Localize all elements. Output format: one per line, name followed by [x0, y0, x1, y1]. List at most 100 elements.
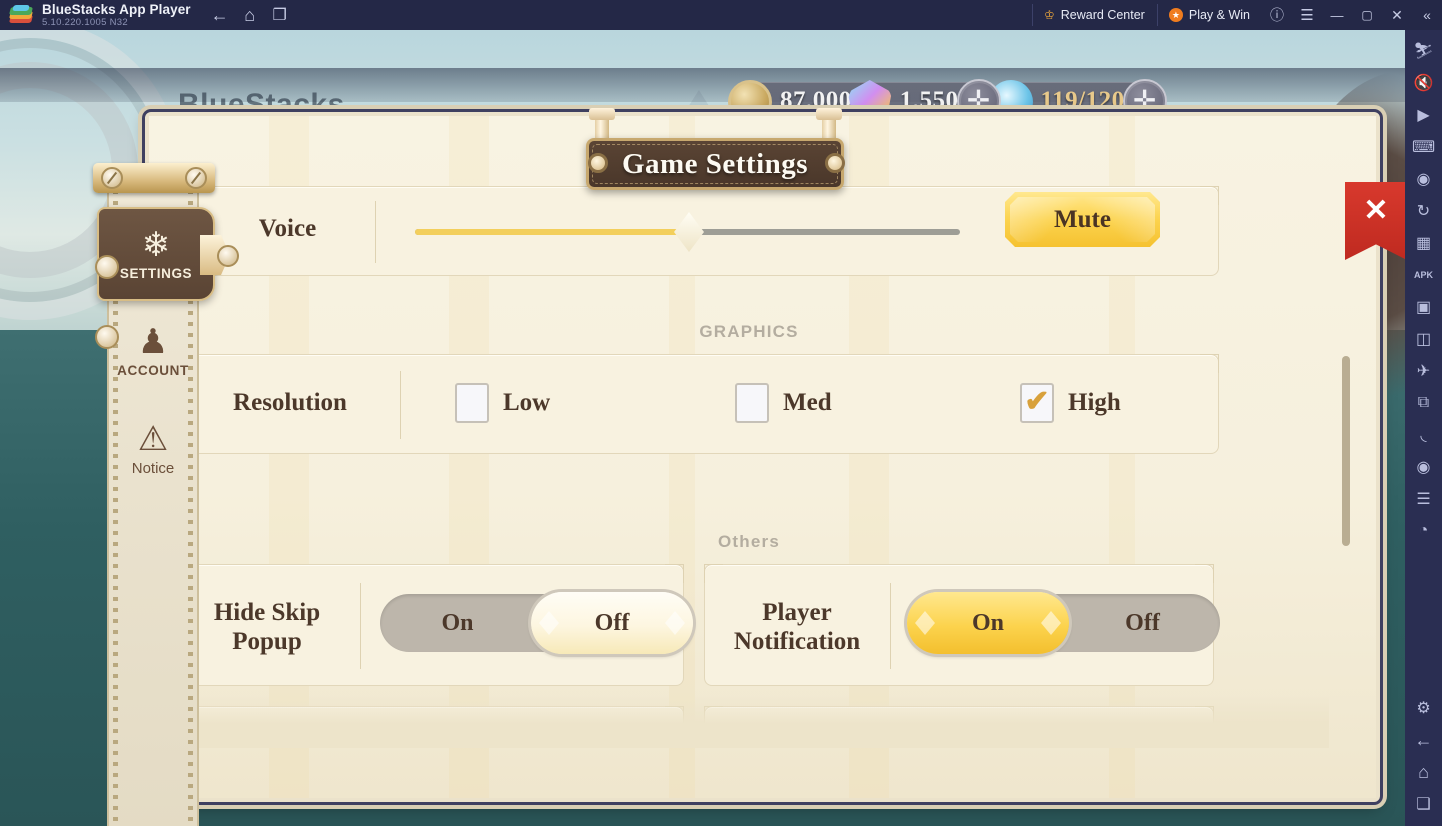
titlebar-nav-group: ← ⌂ ❐: [205, 0, 295, 30]
content-bottom-fade: [169, 694, 1329, 748]
mute-speaker-icon[interactable]: 🔇: [1405, 67, 1442, 99]
sidebar-item-notice-label: Notice: [131, 459, 175, 477]
cursor-control-icon[interactable]: ▶: [1405, 99, 1442, 131]
resolution-option-high-label: High: [1068, 389, 1121, 416]
voice-volume-slider[interactable]: [415, 212, 960, 252]
others-section-title: Others: [718, 532, 780, 551]
resolution-setting-row: Resolution Low Med ✔ High: [174, 354, 1219, 454]
app-title-block: BlueStacks App Player 5.10.220.1005 N32: [42, 1, 191, 28]
keyboard-controls-icon[interactable]: ⌨: [1405, 131, 1442, 163]
settings-tab-rail: ❄ SETTINGS ♟ ACCOUNT ⚠ Notice: [93, 155, 239, 826]
resolution-option-high[interactable]: ✔ High: [1020, 383, 1121, 423]
location-icon[interactable]: ◉: [1405, 451, 1442, 483]
sidebar-item-notice[interactable]: ⚠ Notice: [115, 411, 191, 487]
toggle-off-text: Off: [1125, 609, 1160, 636]
game-settings-panel: Voice Mute GRAPHICS Resolution Low Med ✔…: [45, 90, 1405, 826]
fullscreen-icon[interactable]: ⛷: [1405, 35, 1442, 67]
home-icon[interactable]: ⌂: [235, 0, 265, 30]
banner-plate: Game Settings: [586, 138, 844, 190]
sidebar-item-account-label: ACCOUNT: [117, 362, 189, 378]
page-title: Game Settings: [621, 147, 809, 180]
sidebar-item-account[interactable]: ♟ ACCOUNT: [115, 313, 191, 389]
resolution-option-low-label: Low: [503, 389, 551, 416]
row-divider: [360, 583, 361, 669]
screw-icon: [185, 167, 207, 189]
multi-instance-icon[interactable]: ▦: [1405, 227, 1442, 259]
close-window-icon[interactable]: ✕: [1382, 0, 1412, 30]
mute-button-label: Mute: [1054, 205, 1111, 233]
back-icon[interactable]: ←: [1405, 724, 1442, 756]
collapse-toolbar-icon[interactable]: «: [1412, 0, 1442, 30]
screw-icon: [101, 167, 123, 189]
player-notification-row: PlayerNotification On Off On: [704, 564, 1220, 686]
window-titlebar: BlueStacks App Player 5.10.220.1005 N32 …: [0, 0, 1442, 30]
hamburger-menu-icon[interactable]: ☰: [1292, 0, 1322, 30]
bluestacks-sidebar-toolbar: ⛷ 🔇 ▶ ⌨ ◉ ↻ ▦ APK ▣ ◫ ✈ ⧉ ◟ ◉ ☰ ◔ ⚙ ← ⌂ …: [1405, 30, 1442, 826]
resolution-option-low[interactable]: Low: [455, 383, 550, 423]
settings-scrollbar[interactable]: [1342, 346, 1350, 606]
resolution-label: Resolution: [233, 389, 347, 416]
toggle-state-label: Off: [594, 609, 630, 636]
slider-knob[interactable]: [674, 212, 704, 252]
person-icon: ♟: [137, 322, 169, 361]
help-circle-icon[interactable]: ⓘ: [1262, 0, 1292, 30]
resolution-option-med[interactable]: Med: [735, 383, 832, 423]
panel-title-banner: Game Settings: [538, 108, 893, 192]
tab-pointer-knob-icon: [217, 245, 239, 267]
screenshot-icon[interactable]: ▣: [1405, 291, 1442, 323]
layers-icon[interactable]: ☰: [1405, 483, 1442, 515]
play-and-win-button[interactable]: ★ Play & Win: [1156, 0, 1262, 30]
checkbox-low[interactable]: [455, 383, 489, 423]
hide-skip-popup-toggle[interactable]: On Off Off: [380, 592, 693, 654]
toggle-knob[interactable]: Off: [531, 592, 693, 654]
slider-fill: [415, 229, 689, 235]
row-divider: [890, 583, 891, 669]
hide-skip-popup-label-line2: Popup: [232, 627, 302, 655]
media-folder-icon[interactable]: ◫: [1405, 323, 1442, 355]
real-time-translate-icon[interactable]: ⧉: [1405, 387, 1442, 419]
mute-button[interactable]: Mute: [1005, 192, 1160, 247]
resolution-option-med-label: Med: [783, 389, 832, 416]
player-notification-label: Player Notification: [717, 599, 877, 657]
reward-center-button[interactable]: ♔ Reward Center: [1032, 0, 1157, 30]
player-notification-toggle[interactable]: On Off On: [907, 592, 1220, 654]
toggle-state-label: On: [971, 609, 1004, 636]
back-icon[interactable]: ←: [205, 0, 235, 30]
player-notification-label-line1: Player: [762, 599, 832, 626]
macro-record-icon[interactable]: ◉: [1405, 163, 1442, 195]
close-icon: ✕: [1363, 194, 1389, 227]
bluestacks-logo-icon: [9, 5, 33, 24]
rotate-icon[interactable]: ↻: [1405, 195, 1442, 227]
toggle-on-text: On: [441, 609, 474, 636]
checkbox-high[interactable]: ✔: [1020, 383, 1054, 423]
voice-setting-row: Voice Mute: [174, 186, 1219, 276]
row-divider: [375, 201, 376, 263]
shake-icon[interactable]: ◟: [1405, 419, 1442, 451]
panel-inner: Voice Mute GRAPHICS Resolution Low Med ✔…: [149, 116, 1376, 798]
reward-center-label: Reward Center: [1060, 8, 1145, 22]
voice-label: Voice: [258, 215, 317, 242]
checkmark-icon: ✔: [1024, 384, 1050, 418]
sidebar-item-settings[interactable]: ❄ SETTINGS: [95, 207, 239, 349]
star-badge-icon: ★: [1168, 8, 1183, 22]
toggle-knob[interactable]: On: [907, 592, 1069, 654]
performance-icon[interactable]: ◔: [1405, 515, 1442, 547]
minimize-icon[interactable]: —: [1322, 0, 1352, 30]
scrollbar-thumb[interactable]: [1342, 356, 1350, 546]
multi-window-icon[interactable]: ❐: [265, 0, 295, 30]
graphics-section-title: GRAPHICS: [699, 322, 799, 341]
hide-skip-popup-row: Hide SkipPopup On Off Off: [174, 564, 693, 686]
install-apk-icon[interactable]: APK: [1405, 259, 1442, 291]
maximize-icon[interactable]: ▢: [1352, 0, 1382, 30]
home-icon[interactable]: ⌂: [1405, 756, 1442, 788]
banner-ring-right: [825, 153, 845, 173]
settings-gear-icon[interactable]: ⚙: [1405, 692, 1442, 724]
eco-mode-icon[interactable]: ✈: [1405, 355, 1442, 387]
panel-frame: Voice Mute GRAPHICS Resolution Low Med ✔…: [145, 112, 1380, 802]
app-title: BlueStacks App Player: [42, 1, 191, 17]
checkbox-med[interactable]: [735, 383, 769, 423]
settings-content-scroll[interactable]: Voice Mute GRAPHICS Resolution Low Med ✔…: [169, 176, 1329, 748]
titlebar-right-group: ♔ Reward Center ★ Play & Win ⓘ ☰ — ▢ ✕ «: [1032, 0, 1442, 30]
sidebar-item-settings-label: SETTINGS: [119, 265, 193, 281]
recents-icon[interactable]: ❑: [1405, 788, 1442, 820]
